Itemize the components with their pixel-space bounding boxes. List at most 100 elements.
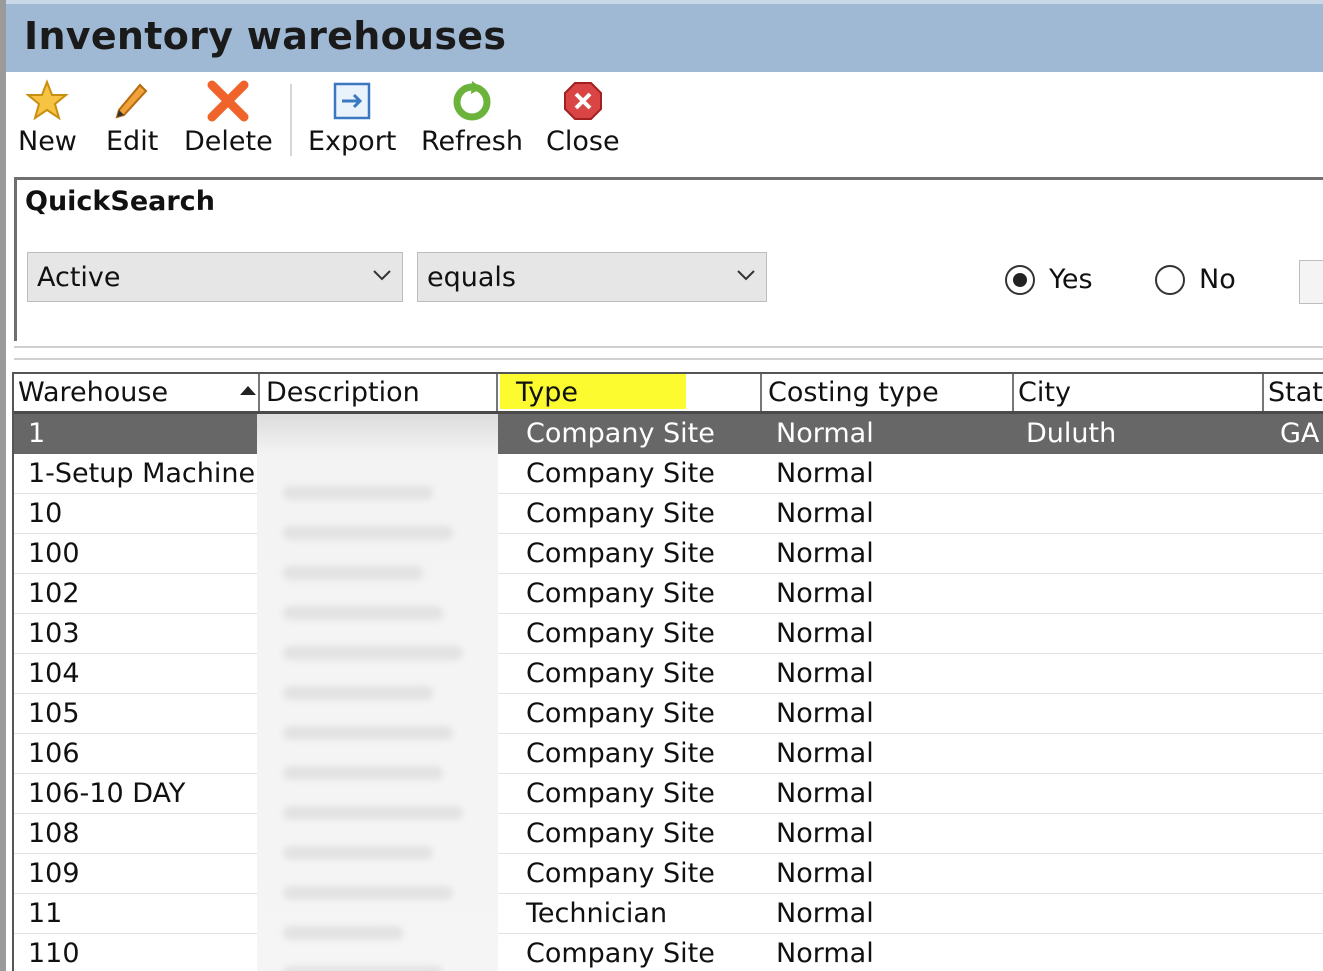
table-row[interactable]: 105 Company Site Normal bbox=[14, 694, 1323, 734]
costing-type-cell: Normal bbox=[776, 778, 874, 809]
column-header-city[interactable]: City bbox=[1014, 374, 1264, 411]
radio-selected-icon bbox=[1005, 264, 1035, 295]
table-row[interactable]: 11 Technician Normal bbox=[14, 894, 1323, 934]
type-cell: Company Site bbox=[526, 858, 715, 889]
costing-type-cell: Normal bbox=[776, 738, 874, 769]
panel-splitter[interactable] bbox=[14, 346, 1323, 360]
type-cell: Company Site bbox=[526, 818, 715, 849]
star-icon bbox=[24, 78, 70, 124]
edit-button[interactable]: Edit bbox=[106, 78, 158, 162]
pencil-icon bbox=[109, 78, 155, 124]
value-input[interactable] bbox=[1299, 260, 1323, 304]
column-header-label: City bbox=[1018, 377, 1071, 408]
costing-type-cell: Normal bbox=[776, 658, 874, 689]
costing-type-cell: Normal bbox=[776, 578, 874, 609]
operator-select-value: equals bbox=[427, 262, 516, 293]
costing-type-cell: Normal bbox=[776, 538, 874, 569]
table-row[interactable]: 110 Company Site Normal bbox=[14, 934, 1323, 971]
toolbar-separator bbox=[290, 84, 292, 156]
close-icon bbox=[560, 78, 606, 124]
table-row[interactable]: 1 Company Site Normal Duluth GA bbox=[14, 414, 1323, 454]
title-bar: Inventory warehouses bbox=[6, 0, 1323, 72]
costing-type-cell: Normal bbox=[776, 818, 874, 849]
table-row[interactable]: 109 Company Site Normal bbox=[14, 854, 1323, 894]
refresh-button[interactable]: Refresh bbox=[421, 78, 523, 162]
warehouse-cell: 110 bbox=[28, 938, 80, 969]
table-row[interactable]: 1-Setup Machine Company Site Normal bbox=[14, 454, 1323, 494]
warehouse-cell: 108 bbox=[28, 818, 80, 849]
column-header-label: Warehouse bbox=[18, 377, 169, 408]
warehouse-cell: 11 bbox=[28, 898, 63, 929]
type-cell: Company Site bbox=[526, 698, 715, 729]
chevron-down-icon bbox=[373, 270, 391, 281]
refresh-icon bbox=[449, 78, 495, 124]
type-cell: Technician bbox=[526, 898, 668, 929]
warehouse-grid: Warehouse Description Type Costing type … bbox=[12, 372, 1323, 971]
column-header-warehouse[interactable]: Warehouse bbox=[14, 374, 260, 411]
column-header-type[interactable]: Type bbox=[500, 374, 762, 411]
yes-radio-label: Yes bbox=[1049, 264, 1093, 295]
grid-header: Warehouse Description Type Costing type … bbox=[14, 374, 1323, 414]
no-radio[interactable]: No bbox=[1155, 264, 1236, 295]
redacted-description-column bbox=[257, 414, 498, 971]
radio-unselected-icon bbox=[1155, 264, 1185, 295]
type-cell: Company Site bbox=[526, 538, 715, 569]
close-button-label: Close bbox=[546, 126, 620, 157]
costing-type-cell: Normal bbox=[776, 618, 874, 649]
column-header-state[interactable]: State bbox=[1264, 374, 1323, 411]
table-row[interactable]: 102 Company Site Normal bbox=[14, 574, 1323, 614]
column-header-description[interactable]: Description bbox=[262, 374, 498, 411]
field-select-value: Active bbox=[37, 262, 121, 293]
type-cell: Company Site bbox=[526, 778, 715, 809]
new-button-label: New bbox=[18, 126, 77, 157]
export-button[interactable]: Export bbox=[308, 78, 396, 162]
edit-button-label: Edit bbox=[106, 126, 159, 157]
warehouse-cell: 103 bbox=[28, 618, 80, 649]
city-cell: Duluth bbox=[1026, 418, 1117, 449]
column-header-label: State bbox=[1268, 377, 1323, 408]
quicksearch-panel: QuickSearch Active equals Yes No bbox=[14, 177, 1323, 341]
warehouse-cell: 1-Setup Machine bbox=[28, 458, 256, 489]
toolbar: New Edit Delete Export Refresh Close bbox=[6, 72, 1323, 172]
warehouse-cell: 100 bbox=[28, 538, 80, 569]
state-cell: GA bbox=[1280, 418, 1320, 449]
new-button[interactable]: New bbox=[18, 78, 77, 162]
field-select[interactable]: Active bbox=[27, 252, 403, 302]
yes-radio[interactable]: Yes bbox=[1005, 264, 1093, 295]
column-header-label: Costing type bbox=[768, 377, 939, 408]
delete-x-icon bbox=[205, 78, 251, 124]
page-title: Inventory warehouses bbox=[24, 14, 507, 58]
costing-type-cell: Normal bbox=[776, 898, 874, 929]
type-cell: Company Site bbox=[526, 618, 715, 649]
quicksearch-title: QuickSearch bbox=[25, 186, 215, 217]
table-row[interactable]: 106-10 DAY Company Site Normal bbox=[14, 774, 1323, 814]
close-button[interactable]: Close bbox=[546, 78, 620, 162]
delete-button-label: Delete bbox=[184, 126, 273, 157]
warehouse-cell: 106-10 DAY bbox=[28, 778, 186, 809]
type-cell: Company Site bbox=[526, 658, 715, 689]
costing-type-cell: Normal bbox=[776, 698, 874, 729]
warehouse-cell: 104 bbox=[28, 658, 80, 689]
table-row[interactable]: 10 Company Site Normal bbox=[14, 494, 1323, 534]
sort-ascending-icon bbox=[240, 386, 256, 395]
column-header-costing-type[interactable]: Costing type bbox=[764, 374, 1014, 411]
warehouse-cell: 105 bbox=[28, 698, 80, 729]
refresh-button-label: Refresh bbox=[421, 126, 523, 157]
costing-type-cell: Normal bbox=[776, 498, 874, 529]
warehouse-cell: 1 bbox=[28, 418, 46, 449]
table-row[interactable]: 106 Company Site Normal bbox=[14, 734, 1323, 774]
costing-type-cell: Normal bbox=[776, 418, 874, 449]
column-header-label: Description bbox=[266, 377, 420, 408]
table-row[interactable]: 108 Company Site Normal bbox=[14, 814, 1323, 854]
table-row[interactable]: 100 Company Site Normal bbox=[14, 534, 1323, 574]
chevron-down-icon bbox=[737, 270, 755, 281]
table-row[interactable]: 103 Company Site Normal bbox=[14, 614, 1323, 654]
table-row[interactable]: 104 Company Site Normal bbox=[14, 654, 1323, 694]
delete-button[interactable]: Delete bbox=[184, 78, 273, 162]
warehouse-cell: 10 bbox=[28, 498, 63, 529]
type-cell: Company Site bbox=[526, 938, 715, 969]
type-cell: Company Site bbox=[526, 418, 715, 449]
operator-select[interactable]: equals bbox=[417, 252, 767, 302]
warehouse-cell: 106 bbox=[28, 738, 80, 769]
no-radio-label: No bbox=[1199, 264, 1236, 295]
